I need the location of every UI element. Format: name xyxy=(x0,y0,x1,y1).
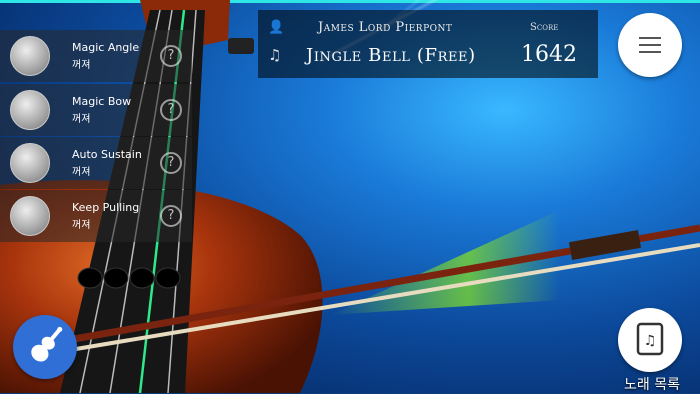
skill-state: 꺼져 xyxy=(72,220,91,231)
violin-icon xyxy=(31,326,63,362)
magic-angle-icon xyxy=(10,36,50,76)
song-info-header: 👤 James Lord Pierpont ♫ Jingle Bell (Fre… xyxy=(258,10,598,78)
skill-name: Keep Pulling xyxy=(72,201,140,214)
hamburger-menu-icon xyxy=(639,37,661,39)
finger-position-marker xyxy=(77,267,103,289)
skill-name: Auto Sustain xyxy=(72,148,142,161)
finger-position-marker xyxy=(155,267,181,289)
music-book-icon: ♫ xyxy=(636,322,664,356)
skill-magic-bow[interactable]: Magic Bow 꺼져 ? xyxy=(0,84,192,136)
finger-position-marker xyxy=(103,267,129,289)
violin-button[interactable] xyxy=(13,315,77,379)
help-icon[interactable]: ? xyxy=(160,152,182,174)
song-list-button[interactable]: ♫ xyxy=(618,308,682,372)
menu-button[interactable] xyxy=(618,13,682,77)
finger-position-marker xyxy=(129,267,155,289)
skill-name: Magic Bow xyxy=(72,95,132,108)
skill-keep-pulling[interactable]: Keep Pulling 꺼져 ? xyxy=(0,190,192,242)
skill-auto-sustain[interactable]: Auto Sustain 꺼져 ? xyxy=(0,137,192,189)
song-list-label: 노래 목록 xyxy=(624,377,680,393)
skill-magic-angle[interactable]: Magic Angle 꺼져 ? xyxy=(0,30,192,82)
score-label: Score xyxy=(530,22,559,33)
score-value: 1642 xyxy=(521,42,577,67)
song-title: Jingle Bell (Free) xyxy=(306,45,476,66)
skill-name: Magic Angle xyxy=(72,41,140,54)
music-note-icon: ♫ xyxy=(268,46,282,64)
composer-name: James Lord Pierpont xyxy=(318,20,453,35)
person-icon: 👤 xyxy=(268,20,285,35)
skill-state: 꺼져 xyxy=(72,60,91,71)
skill-state: 꺼져 xyxy=(72,114,91,125)
skill-state: 꺼져 xyxy=(72,167,91,178)
magic-bow-icon xyxy=(10,90,50,130)
help-icon[interactable]: ? xyxy=(160,205,182,227)
keep-pulling-icon xyxy=(10,196,50,236)
svg-text:♫: ♫ xyxy=(644,333,657,349)
auto-sustain-icon xyxy=(10,143,50,183)
tuning-peg xyxy=(228,38,254,54)
help-icon[interactable]: ? xyxy=(160,45,182,67)
help-icon[interactable]: ? xyxy=(160,99,182,121)
